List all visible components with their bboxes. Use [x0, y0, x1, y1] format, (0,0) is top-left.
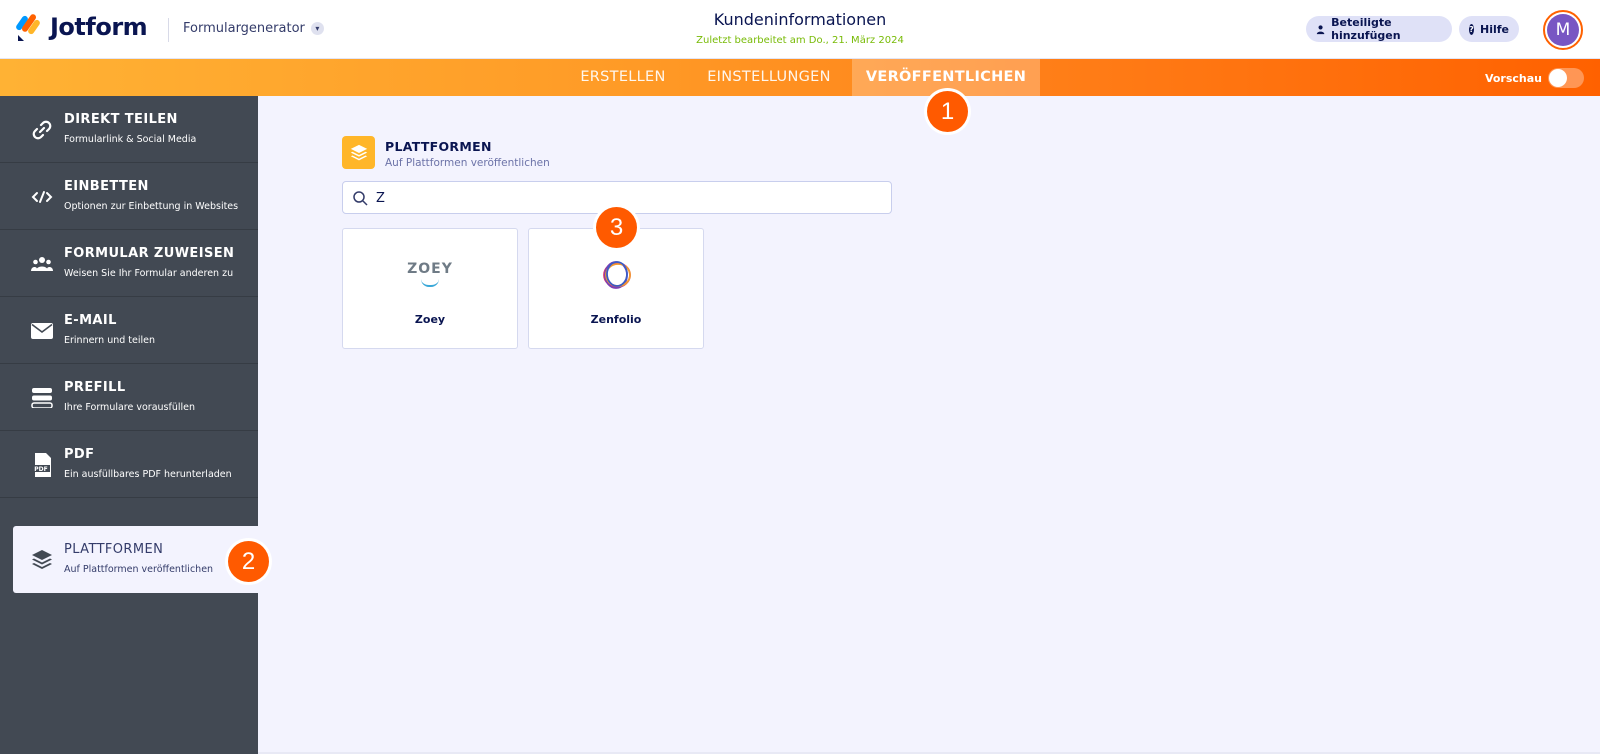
step-marker-3: 3: [596, 207, 637, 248]
platform-card-label: Zenfolio: [590, 313, 642, 326]
sidebar-item-subtitle: Erinnern und teilen: [64, 335, 156, 346]
platform-card-zoey[interactable]: ZOEY Zoey: [342, 228, 518, 349]
header-divider: [168, 18, 169, 42]
search-icon: [353, 191, 368, 206]
zoey-logo-smile: [421, 279, 439, 287]
preview-toggle-group: Vorschau: [1485, 68, 1584, 88]
envelope-icon: [30, 319, 54, 343]
form-title[interactable]: Kundeninformationen: [600, 10, 1000, 29]
main-nav: ERSTELLEN EINSTELLUNGEN VERÖFFENTLICHEN …: [0, 59, 1600, 96]
code-icon: [30, 185, 54, 209]
sidebar-item-title: E-MAIL: [64, 313, 117, 328]
add-contributors-button[interactable]: Beteiligte hinzufügen: [1306, 16, 1452, 42]
sidebar-item-subtitle: Ihre Formulare vorausfüllen: [64, 402, 196, 413]
tab-einstellungen[interactable]: EINSTELLUNGEN: [702, 59, 836, 96]
publish-sidebar: DIREKT TEILEN Formularlink & Social Medi…: [0, 96, 258, 754]
sidebar-item-email[interactable]: E-MAIL Erinnern und teilen: [0, 297, 258, 364]
add-contributors-label: Beteiligte hinzufügen: [1331, 16, 1401, 42]
sidebar-item-subtitle: Formularlink & Social Media: [64, 134, 197, 145]
sidebar-item-prefill[interactable]: PREFILL Ihre Formulare vorausfüllen: [0, 364, 258, 431]
last-edited-text: Zuletzt bearbeitet am Do., 21. März 2024: [696, 35, 904, 46]
sidebar-item-subtitle: Auf Plattformen veröffentlichen: [64, 564, 214, 575]
sidebar-item-direkt-teilen[interactable]: DIREKT TEILEN Formularlink & Social Medi…: [0, 96, 258, 163]
help-button[interactable]: ? Hilfe: [1459, 16, 1519, 42]
avatar: M: [1547, 14, 1579, 46]
preview-toggle[interactable]: [1548, 68, 1584, 88]
pdf-icon: PDF: [30, 453, 54, 477]
platform-card-label: Zoey: [414, 313, 446, 326]
chevron-down-icon: ▾: [310, 22, 324, 35]
sidebar-item-title: PDF: [64, 447, 95, 462]
preview-label: Vorschau: [1484, 71, 1542, 85]
platforms-section-icon: [342, 136, 375, 169]
sidebar-item-subtitle: Weisen Sie Ihr Formular anderen zu: [64, 268, 234, 279]
jotform-logo-icon: [16, 14, 40, 41]
zenfolio-logo: [603, 261, 631, 289]
help-label: Hilfe: [1480, 22, 1509, 36]
form-title-block: Kundeninformationen Zuletzt bearbeitet a…: [600, 10, 1000, 46]
toggle-knob: [1549, 69, 1567, 87]
builder-dropdown[interactable]: Formulargenerator ▾: [183, 21, 324, 36]
sidebar-item-subtitle: Ein ausfüllbares PDF herunterladen: [64, 469, 232, 480]
layers-icon: [30, 548, 54, 572]
prefill-icon: [30, 386, 54, 410]
top-header: Jotform Formulargenerator ▾ Kundeninform…: [0, 0, 1600, 59]
sidebar-item-pdf[interactable]: PDF PDF Ein ausfüllbares PDF herunterlad…: [0, 431, 258, 498]
step-marker-1: 1: [927, 91, 968, 132]
tab-erstellen[interactable]: ERSTELLEN: [572, 59, 674, 96]
search-input[interactable]: [376, 188, 876, 208]
sidebar-item-title: PLATTFORMEN: [64, 542, 164, 557]
sidebar-item-title: EINBETTEN: [64, 179, 149, 194]
sidebar-item-title: DIREKT TEILEN: [64, 112, 178, 127]
jotform-logo[interactable]: Jotform: [16, 13, 148, 41]
logo-text: Jotform: [50, 13, 148, 41]
builder-label: Formulargenerator: [183, 21, 305, 36]
sidebar-item-formular-zuweisen[interactable]: FORMULAR ZUWEISEN Weisen Sie Ihr Formula…: [0, 230, 258, 297]
sidebar-item-title: PREFILL: [64, 380, 126, 395]
zoey-logo: ZOEY: [407, 261, 453, 277]
section-subtitle: Auf Plattformen veröffentlichen: [385, 157, 550, 169]
step-marker-2: 2: [228, 541, 269, 582]
section-title: PLATTFORMEN: [385, 139, 492, 154]
layers-icon: [350, 144, 367, 160]
sidebar-item-plattformen[interactable]: PLATTFORMEN Auf Plattformen veröffentlic…: [13, 526, 258, 593]
link-icon: [30, 118, 54, 142]
user-icon: [1316, 24, 1325, 34]
users-icon: [30, 252, 54, 276]
sidebar-item-title: FORMULAR ZUWEISEN: [64, 246, 235, 261]
sidebar-item-einbetten[interactable]: EINBETTEN Optionen zur Einbettung in Web…: [0, 163, 258, 230]
user-avatar-button[interactable]: M: [1543, 10, 1583, 50]
svg-text:PDF: PDF: [34, 466, 47, 473]
sidebar-item-subtitle: Optionen zur Einbettung in Websites: [64, 201, 239, 212]
help-icon: ?: [1469, 23, 1474, 35]
